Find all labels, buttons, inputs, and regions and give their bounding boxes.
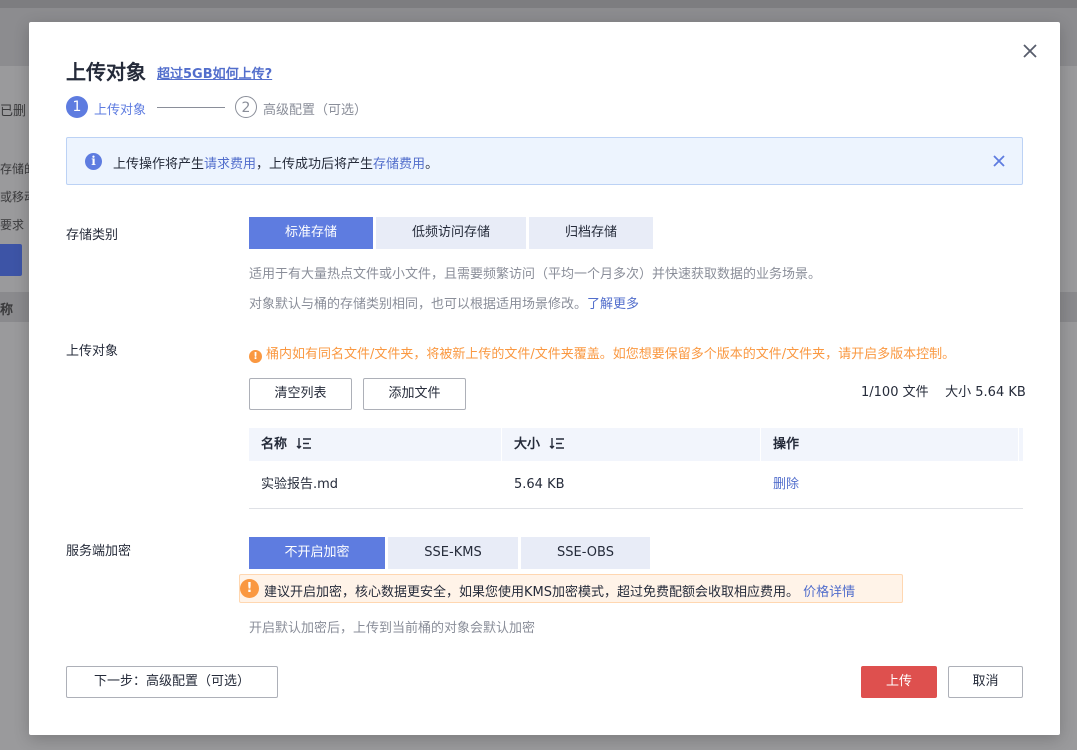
storage-class-note-text: 对象默认与桶的存储类别相同，也可以根据适用场景修改。: [249, 297, 588, 312]
step-2-label: 高级配置（可选）: [263, 103, 368, 118]
storage-option-standard[interactable]: 标准存储: [249, 217, 373, 249]
close-icon[interactable]: [1019, 40, 1041, 62]
encryption-warning-message: 建议开启加密，核心数据更安全，如果您使用KMS加密模式，超过免费配额会收取相应费…: [264, 585, 799, 600]
fee-info-prefix: 上传操作将产生: [113, 157, 205, 172]
background-line-3: 要求: [0, 218, 25, 232]
encryption-option-sse-obs[interactable]: SSE-OBS: [521, 537, 650, 569]
delete-file-link[interactable]: 删除: [761, 461, 1019, 508]
file-size-cell: 5.64 KB: [514, 477, 565, 492]
sort-icon[interactable]: [296, 437, 312, 450]
storage-class-label: 存储类别: [66, 228, 119, 243]
fee-info-middle: ，上传成功后将产生: [256, 157, 374, 172]
fee-info-banner: i 上传操作将产生请求费用，上传成功后将产生存储费用。: [66, 137, 1023, 185]
warning-icon: !: [249, 350, 262, 363]
fee-info-suffix: 。: [425, 157, 439, 172]
info-icon: i: [85, 153, 102, 170]
next-step-button[interactable]: 下一步：高级配置（可选）: [66, 666, 278, 698]
encryption-label: 服务端加密: [66, 544, 132, 559]
file-name-cell: 实验报告.md: [261, 477, 339, 492]
encryption-option-none[interactable]: 不开启加密: [249, 537, 385, 569]
storage-option-infrequent[interactable]: 低频访问存储: [376, 217, 526, 249]
background-button: [0, 244, 22, 276]
file-table: 名称 大小 操作 实验报告.md 5.64 KB 删除: [249, 428, 1023, 509]
storage-class-selector: 标准存储 低频访问存储 归档存储: [249, 217, 656, 249]
background-tab-text: 已删: [0, 104, 27, 119]
encryption-selector: 不开启加密 SSE-KMS SSE-OBS: [249, 537, 653, 569]
fee-info-text: 上传操作将产生请求费用，上传成功后将产生存储费用。: [113, 153, 438, 172]
overwrite-warning: ! 桶内如有同名文件/文件夹，将被新上传的文件/文件夹覆盖。如您想要保留多个版本的…: [249, 343, 955, 363]
column-size[interactable]: 大小: [502, 428, 761, 461]
column-name-label: 名称: [261, 437, 288, 452]
storage-class-note: 对象默认与桶的存储类别相同，也可以根据适用场景修改。了解更多: [249, 293, 639, 312]
background-topbar: [0, 0, 1077, 8]
large-file-help-link[interactable]: 超过5GB如何上传?: [157, 63, 272, 82]
upload-object-label: 上传对象: [66, 344, 119, 359]
storage-option-archive[interactable]: 归档存储: [529, 217, 653, 249]
cancel-button[interactable]: 取消: [948, 666, 1023, 698]
encryption-warning: ! 建议开启加密，核心数据更安全，如果您使用KMS加密模式，超过免费配额会收取相…: [239, 574, 903, 603]
encryption-warning-text: 建议开启加密，核心数据更安全，如果您使用KMS加密模式，超过免费配额会收取相应费…: [264, 581, 855, 600]
total-size: 大小 5.64 KB: [945, 385, 1026, 400]
step-2-indicator: 2: [235, 96, 257, 118]
encryption-hint: 开启默认加密后，上传到当前桶的对象会默认加密: [249, 621, 536, 636]
file-count-summary: 1/100 文件 大小 5.64 KB: [861, 381, 1026, 400]
pricing-details-link[interactable]: 价格详情: [803, 585, 855, 600]
column-size-label: 大小: [514, 437, 541, 452]
clear-list-button[interactable]: 清空列表: [249, 378, 352, 410]
encryption-option-sse-kms[interactable]: SSE-KMS: [388, 537, 518, 569]
background-col-text: 称: [0, 303, 14, 318]
upload-button[interactable]: 上传: [861, 666, 937, 698]
column-name[interactable]: 名称: [249, 428, 502, 461]
file-table-header: 名称 大小 操作: [249, 428, 1023, 461]
banner-close-icon[interactable]: [990, 152, 1008, 170]
sort-icon[interactable]: [549, 437, 565, 450]
dialog-title: 上传对象: [66, 60, 146, 84]
file-count: 1/100 文件: [861, 385, 929, 400]
column-action-label: 操作: [773, 437, 800, 452]
step-1-indicator: 1: [66, 96, 88, 118]
overwrite-warning-text: 桶内如有同名文件/文件夹，将被新上传的文件/文件夹覆盖。如您想要保留多个版本的文…: [266, 347, 956, 362]
storage-fee-link[interactable]: 存储费用: [373, 157, 425, 172]
learn-more-link[interactable]: 了解更多: [587, 297, 639, 312]
step-1-label: 上传对象: [94, 103, 147, 118]
add-file-button[interactable]: 添加文件: [363, 378, 466, 410]
upload-dialog: 上传对象 超过5GB如何上传? 1 上传对象 2 高级配置（可选） i 上传操作…: [29, 22, 1060, 735]
request-fee-link[interactable]: 请求费用: [204, 157, 256, 172]
warning-icon: !: [240, 579, 259, 598]
storage-class-description: 适用于有大量热点文件或小文件，且需要频繁访问（平均一个月多次）并快速获取数据的业…: [249, 267, 822, 282]
step-connector: [157, 107, 225, 108]
column-action: 操作: [761, 428, 1019, 461]
table-row: 实验报告.md 5.64 KB 删除: [249, 461, 1023, 509]
